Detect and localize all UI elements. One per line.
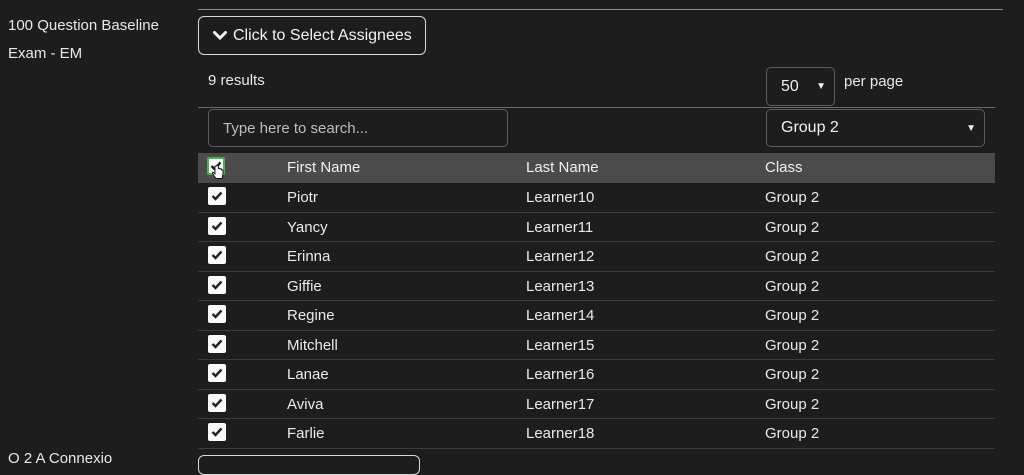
row-checkbox[interactable] [208,423,226,441]
table-row[interactable]: Regine Learner14 Group 2 [198,301,995,331]
row-checkbox[interactable] [208,393,226,412]
next-exam-title: O 2 A Connexio [8,450,113,467]
checkmark-icon [211,280,223,290]
checkmark-icon [211,191,223,201]
table-header-row: First Name Last Name Class [198,153,995,183]
cell-last-name: Learner15 [526,336,595,354]
assignees-table: First Name Last Name Class Piotr Learner… [198,153,995,449]
header-class[interactable]: Class [765,153,803,183]
cell-class: Group 2 [765,248,820,265]
cell-first-name: Aviva [287,395,324,413]
cell-class: Group 2 [765,277,820,295]
cell-class: Group 2 [765,189,820,206]
cell-last-name: Learner17 [526,395,595,413]
cell-last-name: Learner11 [526,218,594,236]
select-assignees-button[interactable]: Click to Select Assignees [198,16,426,55]
select-assignees-label: Click to Select Assignees [233,26,412,44]
cell-first-name: Regine [287,307,335,324]
checkmark-icon [211,368,223,378]
search-input[interactable] [208,109,508,147]
checkmark-icon [211,427,223,437]
checkmark-icon [211,250,223,260]
per-page-value: 50 [781,77,799,95]
table-row[interactable]: Giffie Learner13 Group 2 [198,272,995,301]
cell-last-name: Learner13 [526,277,595,295]
cell-last-name: Learner18 [526,425,595,442]
row-checkbox[interactable] [208,305,226,323]
header-last-name[interactable]: Last Name [526,153,599,183]
table-row[interactable]: Lanae Learner16 Group 2 [198,360,995,390]
cell-first-name: Giffie [287,277,322,295]
class-filter-select[interactable]: Group 2 ▼ [766,109,985,147]
caret-down-icon: ▼ [966,123,976,134]
cell-first-name: Erinna [287,248,331,265]
checkmark-icon [211,398,223,408]
per-page-select[interactable]: 50 ▼ [766,67,835,106]
cell-last-name: Learner16 [526,366,595,383]
table-row[interactable]: Mitchell Learner15 Group 2 [198,331,995,360]
row-checkbox[interactable] [208,216,226,235]
row-checkbox[interactable] [208,246,226,264]
cell-class: Group 2 [765,307,820,324]
cell-first-name: Mitchell [287,336,338,354]
cell-last-name: Learner12 [526,248,595,265]
cell-class: Group 2 [765,425,820,442]
cell-class: Group 2 [765,336,820,354]
next-select-assignees-button[interactable] [198,455,420,475]
exam-title: 100 Question Baseline Exam - EM [8,17,159,62]
top-divider [198,9,1003,10]
table-row[interactable]: Yancy Learner11 Group 2 [198,213,995,242]
row-checkbox[interactable] [208,364,226,382]
row-checkbox[interactable] [208,334,226,353]
cell-first-name: Lanae [287,366,329,383]
checkmark-icon [211,221,223,231]
chevron-down-icon [213,30,227,40]
row-checkbox[interactable] [208,187,226,205]
class-filter-value: Group 2 [781,119,839,136]
caret-down-icon: ▼ [816,81,826,92]
hand-cursor-icon [212,165,224,179]
row-checkbox[interactable] [208,275,226,294]
cell-first-name: Piotr [287,189,318,206]
checkmark-icon [211,339,223,349]
cell-class: Group 2 [765,218,820,236]
cell-last-name: Learner14 [526,307,595,324]
filter-divider [198,107,995,108]
table-row[interactable]: Aviva Learner17 Group 2 [198,390,995,419]
per-page-label: per page [844,73,904,90]
results-count: 9 results [208,72,265,89]
checkmark-icon [211,309,223,319]
table-row[interactable]: Erinna Learner12 Group 2 [198,242,995,272]
cell-class: Group 2 [765,395,820,413]
cell-first-name: Farlie [287,425,325,442]
cell-class: Group 2 [765,366,820,383]
header-first-name[interactable]: First Name [287,153,360,183]
cell-last-name: Learner10 [526,189,595,206]
table-row[interactable]: Piotr Learner10 Group 2 [198,183,995,213]
cell-first-name: Yancy [287,218,328,236]
table-row[interactable]: Farlie Learner18 Group 2 [198,419,995,449]
